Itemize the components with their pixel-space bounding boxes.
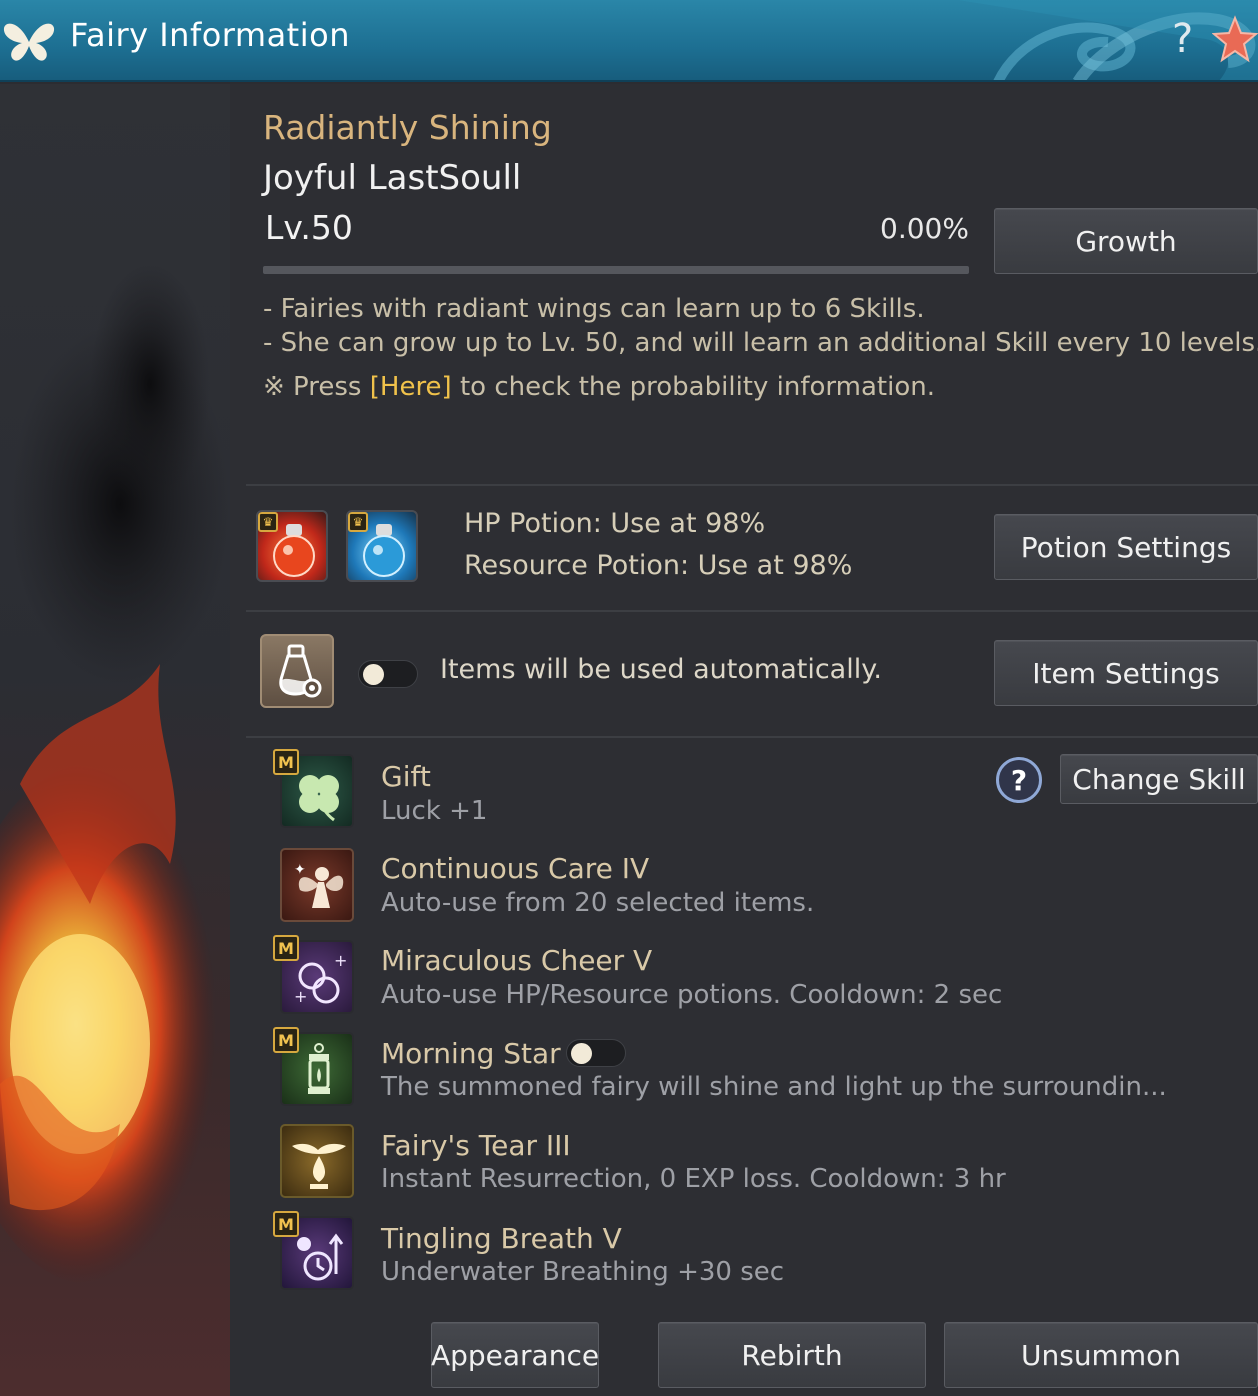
appearance-button[interactable]: Appearance [431,1322,599,1388]
change-skill-button[interactable]: Change Skill [1060,754,1258,804]
skill-name: Tingling Breath V [381,1222,622,1255]
probability-info-line: ※ Press [Here] to check the probability … [263,372,935,402]
auto-use-items-label: Items will be used automatically. [440,654,882,685]
rebirth-button[interactable]: Rebirth [658,1322,926,1388]
divider [246,484,1258,486]
exp-percent: 0.00% [880,212,969,245]
premium-crown-badge: ♛ [258,512,278,532]
title-bar: Fairy Information ? [0,0,1258,82]
morning-star-toggle[interactable] [566,1039,626,1067]
favorite-star-icon[interactable] [1212,14,1258,64]
skill-name: Gift [381,760,431,793]
skill-description: Auto-use from 20 selected items. [381,888,815,918]
probability-info-prefix: ※ Press [263,372,370,402]
resource-potion-setting: Resource Potion: Use at 98% [464,550,853,581]
svg-text:+: + [294,987,307,1006]
skill-description: Underwater Breathing +30 sec [381,1257,785,1287]
fairy-level: Lv.50 [265,208,353,247]
probability-info-suffix: to check the probability information. [451,372,935,402]
winged-tear-icon[interactable] [280,1124,354,1198]
red-potion-icon[interactable]: ♛ [256,510,328,582]
skill-description: Auto-use HP/Resource potions. Cooldown: … [381,980,1003,1010]
auto-use-items-toggle[interactable] [358,660,418,688]
item-settings-icon[interactable] [260,634,334,708]
fire-effect-image [0,264,230,1284]
butterfly-icon [3,23,55,61]
skill-name: Miraculous Cheer V [381,944,653,977]
premium-crown-badge: ♛ [348,512,368,532]
fairy-art-panel [0,84,230,1396]
growth-button[interactable]: Growth [994,208,1258,274]
svg-text:✦: ✦ [294,862,306,878]
divider [246,610,1258,612]
hp-potion-setting: HP Potion: Use at 98% [464,508,766,539]
item-settings-button[interactable]: Item Settings [994,640,1258,706]
potion-settings-button[interactable]: Potion Settings [994,514,1258,580]
exp-bar [263,266,969,274]
skill-name: Continuous Care IV [381,852,650,885]
skill-name: Morning Star [381,1037,561,1070]
fairy-name: Joyful LastSoull [263,158,522,198]
fairy-icon[interactable]: ✦ [280,848,354,922]
blue-potion-icon[interactable]: ♛ [346,510,418,582]
skill-description: The summoned fairy will shine and light … [381,1072,1167,1102]
skill-help-icon[interactable]: ? [996,757,1042,803]
window-title: Fairy Information [70,16,350,54]
skill-name: Fairy's Tear III [381,1129,571,1162]
skill-description: Instant Resurrection, 0 EXP loss. Cooldo… [381,1164,1006,1194]
mastery-badge: M [273,1211,299,1237]
skill-description: Luck +1 [381,796,488,826]
content-panel [230,84,1258,1396]
toggle-knob [363,664,384,685]
fairy-grade: Radiantly Shining [263,108,552,147]
description-line-2: - She can grow up to Lv. 50, and will le… [263,328,1258,358]
help-icon[interactable]: ? [1172,14,1193,64]
toggle-knob [571,1043,592,1064]
mastery-badge: M [273,749,299,775]
mastery-badge: M [273,935,299,961]
divider [246,736,1258,738]
mastery-badge: M [273,1027,299,1053]
svg-text:+: + [334,951,347,970]
unsummon-button[interactable]: Unsummon [944,1322,1258,1388]
description-line-1: - Fairies with radiant wings can learn u… [263,294,925,324]
probability-info-link[interactable]: [Here] [370,372,452,402]
